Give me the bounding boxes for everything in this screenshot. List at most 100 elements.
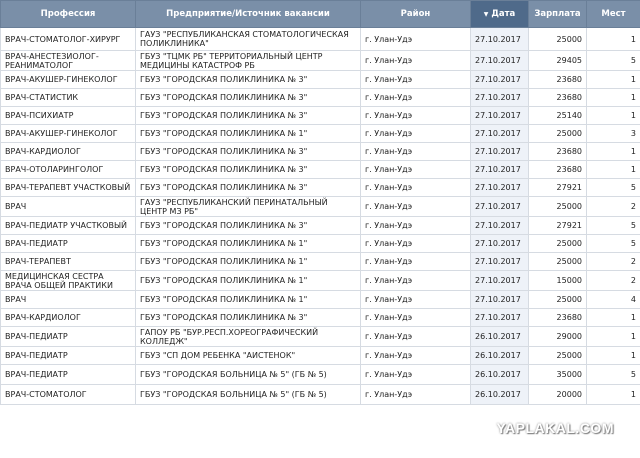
cell-places: 5: [586, 50, 640, 71]
column-header-employer[interactable]: Предприятие/Источник вакансии: [135, 0, 361, 28]
cell-employer: ГБУЗ "Городская поликлиника № 1": [135, 290, 361, 309]
table-row[interactable]: Врач-стоматолог ГБУЗ "Городская больница …: [0, 384, 640, 405]
cell-employer: ГБУЗ "Городская больница № 5" (ГБ № 5): [135, 364, 361, 385]
cell-district: г. Улан-Удэ: [360, 27, 471, 51]
table-row[interactable]: Врач-педиатр ГБУЗ "СП Дом ребенка "Аистен…: [0, 346, 640, 365]
cell-date: 27.10.2017: [470, 270, 529, 291]
cell-profession: Врач-психиатр: [0, 106, 136, 125]
cell-date: 27.10.2017: [470, 70, 529, 89]
cell-date: 27.10.2017: [470, 124, 529, 143]
cell-employer: ГБУЗ "Городская поликлиника № 1": [135, 234, 361, 253]
table-row[interactable]: Врач ГБУЗ "Городская поликлиника № 1" г. У…: [0, 290, 640, 309]
table-row[interactable]: Врач-стоматолог-хирург ГАУЗ "Республиканс…: [0, 27, 640, 51]
cell-salary: 15000: [528, 270, 587, 291]
table-row[interactable]: Врач-отоларинголог ГБУЗ "Городская поликл…: [0, 160, 640, 179]
cell-places: 1: [586, 88, 640, 107]
cell-district: г. Улан-Удэ: [360, 234, 471, 253]
cell-places: 1: [586, 384, 640, 405]
table-row[interactable]: Врач-психиатр ГБУЗ "Городская поликлиника…: [0, 106, 640, 125]
cell-date: 27.10.2017: [470, 106, 529, 125]
table-row[interactable]: Врач-педиатр ГБУЗ "Городская поликлиника …: [0, 234, 640, 253]
cell-district: г. Улан-Удэ: [360, 308, 471, 327]
column-header-profession[interactable]: Профессия: [0, 0, 136, 28]
cell-employer: ГАУЗ "Республиканский перинатальный цент…: [135, 196, 361, 217]
table-row[interactable]: Врач-анестезиолог-реаниматолог ГБУЗ "ТЦМК…: [0, 50, 640, 71]
cell-employer: ГАПОУ РБ "Бур.респ.хореографический колл…: [135, 326, 361, 347]
cell-district: г. Улан-Удэ: [360, 50, 471, 71]
cell-date: 27.10.2017: [470, 290, 529, 309]
column-header-district[interactable]: Район: [360, 0, 471, 28]
cell-places: 1: [586, 106, 640, 125]
cell-employer: ГАУЗ "Республиканская стоматологическая …: [135, 27, 361, 51]
table-row[interactable]: Врач-терапевт участковый ГБУЗ "Городская …: [0, 178, 640, 197]
cell-salary: 23680: [528, 70, 587, 89]
cell-places: 2: [586, 196, 640, 217]
cell-district: г. Улан-Удэ: [360, 196, 471, 217]
cell-profession: Врач: [0, 290, 136, 309]
cell-places: 5: [586, 216, 640, 235]
cell-salary: 25140: [528, 106, 587, 125]
cell-date: 27.10.2017: [470, 142, 529, 161]
cell-district: г. Улан-Удэ: [360, 178, 471, 197]
table-row[interactable]: Врач-педиатр участковый ГБУЗ "Городская п…: [0, 216, 640, 235]
cell-places: 3: [586, 124, 640, 143]
cell-date: 27.10.2017: [470, 178, 529, 197]
cell-district: г. Улан-Удэ: [360, 326, 471, 347]
vacancies-table: Профессия Предприятие/Источник вакансии …: [0, 0, 640, 405]
table-row[interactable]: Врач-статистик ГБУЗ "Городская поликлиник…: [0, 88, 640, 107]
cell-salary: 25000: [528, 124, 587, 143]
cell-places: 1: [586, 27, 640, 51]
table-row[interactable]: Врач-кардиолог ГБУЗ "Городская поликлиник…: [0, 308, 640, 327]
cell-profession: Врач-педиатр: [0, 234, 136, 253]
cell-salary: 23680: [528, 88, 587, 107]
cell-district: г. Улан-Удэ: [360, 160, 471, 179]
table-header-row: Профессия Предприятие/Источник вакансии …: [0, 0, 640, 28]
cell-salary: 27921: [528, 178, 587, 197]
cell-employer: ГБУЗ "Городская поликлиника № 3": [135, 216, 361, 235]
cell-salary: 27921: [528, 216, 587, 235]
table-row[interactable]: Врач-акушер-гинеколог ГБУЗ "Городская пол…: [0, 124, 640, 143]
cell-district: г. Улан-Удэ: [360, 88, 471, 107]
cell-date: 27.10.2017: [470, 27, 529, 51]
cell-district: г. Улан-Удэ: [360, 364, 471, 385]
table-body: Врач-стоматолог-хирург ГАУЗ "Республиканс…: [0, 27, 640, 405]
cell-places: 1: [586, 326, 640, 347]
table-row[interactable]: Врач ГАУЗ "Республиканский перинатальный …: [0, 196, 640, 217]
cell-employer: ГБУЗ "ТЦМК РБ" Территориальный центр мед…: [135, 50, 361, 71]
cell-date: 26.10.2017: [470, 384, 529, 405]
table-row[interactable]: Медицинская сестра врача общей практики Г…: [0, 270, 640, 291]
table-row[interactable]: Врач-акушер-гинеколог ГБУЗ "Городская пол…: [0, 70, 640, 89]
column-header-date[interactable]: ▼ Дата: [470, 0, 529, 28]
cell-employer: ГБУЗ "Городская поликлиника № 3": [135, 160, 361, 179]
cell-profession: Медицинская сестра врача общей практики: [0, 270, 136, 291]
cell-places: 4: [586, 290, 640, 309]
cell-salary: 25000: [528, 27, 587, 51]
table-row[interactable]: Врач-педиатр ГАПОУ РБ "Бур.респ.хореограф…: [0, 326, 640, 347]
cell-district: г. Улан-Удэ: [360, 142, 471, 161]
table-row[interactable]: Врач-терапевт ГБУЗ "Городская поликлиника…: [0, 252, 640, 271]
cell-district: г. Улан-Удэ: [360, 290, 471, 309]
cell-salary: 23680: [528, 308, 587, 327]
cell-district: г. Улан-Удэ: [360, 252, 471, 271]
cell-salary: 25000: [528, 290, 587, 309]
cell-employer: ГБУЗ "Городская поликлиника № 3": [135, 142, 361, 161]
cell-places: 2: [586, 252, 640, 271]
cell-profession: Врач-кардиолог: [0, 308, 136, 327]
cell-salary: 29405: [528, 50, 587, 71]
column-header-salary[interactable]: Зарплата: [528, 0, 587, 28]
cell-employer: ГБУЗ "Городская поликлиника № 1": [135, 252, 361, 271]
cell-places: 1: [586, 308, 640, 327]
cell-employer: ГБУЗ "СП Дом ребенка "Аистенок": [135, 346, 361, 365]
cell-profession: Врач-акушер-гинеколог: [0, 70, 136, 89]
column-header-places[interactable]: Мест: [586, 0, 640, 28]
cell-profession: Врач-педиатр: [0, 326, 136, 347]
cell-district: г. Улан-Удэ: [360, 270, 471, 291]
cell-profession: Врач-педиатр участковый: [0, 216, 136, 235]
cell-date: 26.10.2017: [470, 326, 529, 347]
cell-places: 1: [586, 346, 640, 365]
table-row[interactable]: Врач-педиатр ГБУЗ "Городская больница № 5…: [0, 364, 640, 385]
watermark-logo: YAPLAKAL.COM: [496, 420, 614, 436]
cell-profession: Врач-терапевт участковый: [0, 178, 136, 197]
cell-district: г. Улан-Удэ: [360, 106, 471, 125]
table-row[interactable]: Врач-кардиолог ГБУЗ "Городская поликлиник…: [0, 142, 640, 161]
